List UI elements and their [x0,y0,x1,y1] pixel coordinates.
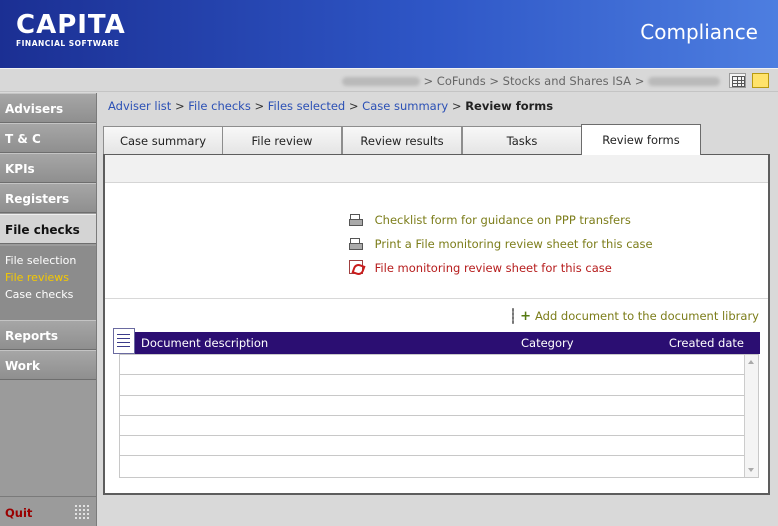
review-forms-list: Checklist form for guidance on PPP trans… [349,210,653,282]
tab-case-summary[interactable]: Case summary [103,126,223,155]
quit-button[interactable]: Quit [5,506,32,520]
context-path: > CoFunds > Stocks and Shares ISA > [341,74,720,88]
app-title: Compliance [640,20,758,44]
table-row [120,416,744,437]
tab-tasks[interactable]: Tasks [462,126,582,155]
sidebar-item-file-checks[interactable]: File checks [0,214,96,244]
redacted-policy-ref [648,77,720,86]
form-link-label[interactable]: Print a File monitoring review sheet for… [375,237,653,251]
path-separator: > [634,74,645,88]
printer-icon [349,212,363,226]
sidebar: Advisers T & C KPIs Registers File check… [0,93,97,526]
separator-dots [512,308,515,324]
form-link-print-review-sheet[interactable]: Print a File monitoring review sheet for… [349,234,653,258]
logo-brand: CAPITA [16,10,126,40]
breadcrumb: Adviser list > File checks > Files selec… [108,99,553,113]
capita-logo: CAPITA FINANCIAL SOFTWARE [16,12,126,48]
column-header-description[interactable]: Document description [141,336,268,350]
sidebar-item-tc[interactable]: T & C [0,123,96,153]
table-row [120,355,744,376]
tab-review-forms[interactable]: Review forms [581,124,701,155]
quit-bar: Quit [0,496,96,526]
breadcrumb-case-summary[interactable]: Case summary [362,99,448,113]
path-separator: > [423,74,434,88]
panel-toolbar-strip [105,155,768,183]
breadcrumb-separator: > [451,99,462,113]
path-separator: > [489,74,500,88]
table-row [120,396,744,416]
document-table [119,354,759,478]
subnav-file-reviews[interactable]: File reviews [5,269,96,286]
tab-file-review[interactable]: File review [222,126,342,155]
tab-review-results[interactable]: Review results [342,126,462,155]
form-link-ppp-checklist[interactable]: Checklist form for guidance on PPP trans… [349,210,653,234]
path-item-cofunds[interactable]: CoFunds [437,74,486,88]
column-header-category[interactable]: Category [521,336,574,350]
breadcrumb-current: Review forms [465,99,554,113]
sticky-note-icon[interactable] [752,73,769,88]
form-link-label[interactable]: Checklist form for guidance on PPP trans… [375,213,631,227]
column-header-created-date[interactable]: Created date [669,336,744,350]
sidebar-item-advisers[interactable]: Advisers [0,93,96,123]
sidebar-subnav: File selection File reviews Case checks [0,246,96,322]
breadcrumb-files-selected[interactable]: Files selected [268,99,345,113]
logo-subtitle: FINANCIAL SOFTWARE [16,39,120,48]
sidebar-item-reports[interactable]: Reports [0,320,96,350]
table-view-icon[interactable] [729,73,746,88]
breadcrumb-adviser-list[interactable]: Adviser list [108,99,171,113]
sidebar-item-kpis[interactable]: KPIs [0,153,96,183]
subnav-file-selection[interactable]: File selection [5,252,96,269]
redacted-client-name [341,77,420,86]
table-row [120,436,744,457]
app-header: CAPITA FINANCIAL SOFTWARE Compliance [0,0,778,68]
pdf-icon [349,260,363,274]
path-item-product[interactable]: Stocks and Shares ISA [503,74,631,88]
breadcrumb-separator: > [174,99,185,113]
grip-icon [74,504,90,520]
breadcrumb-separator: > [348,99,359,113]
add-document-button[interactable]: + Add document to the document library [512,308,759,324]
review-forms-panel: Checklist form for guidance on PPP trans… [103,154,770,495]
sidebar-item-work[interactable]: Work [0,350,96,380]
section-divider [105,298,768,299]
breadcrumb-separator: > [254,99,265,113]
table-row [120,375,744,396]
form-link-label[interactable]: File monitoring review sheet for this ca… [375,261,612,275]
scroll-up-icon[interactable] [748,360,754,364]
document-table-header: Document description Category Created da… [135,332,760,354]
sidebar-item-registers[interactable]: Registers [0,183,96,213]
table-row [120,456,744,476]
subnav-case-checks[interactable]: Case checks [5,286,96,303]
breadcrumb-file-checks[interactable]: File checks [188,99,251,113]
scroll-down-icon[interactable] [748,468,754,472]
table-scrollbar[interactable] [744,355,758,477]
context-path-bar: > CoFunds > Stocks and Shares ISA > [0,68,778,92]
add-document-label: Add document to the document library [534,309,759,323]
form-link-review-sheet-pdf[interactable]: File monitoring review sheet for this ca… [349,258,653,282]
document-list-icon [113,328,135,354]
printer-icon [349,236,363,250]
plus-icon: + [520,309,531,324]
